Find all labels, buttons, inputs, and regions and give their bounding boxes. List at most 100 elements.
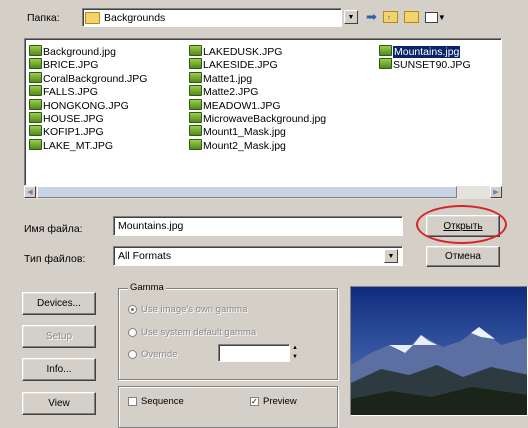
image-file-icon (29, 71, 42, 83)
options-group (118, 386, 338, 428)
info-button-label: Info... (46, 364, 72, 375)
file-name: Mountains.jpg (391, 45, 462, 59)
look-in-value: Backgrounds (104, 11, 166, 24)
gamma-group-title: Gamma (128, 282, 166, 293)
view-button[interactable]: View (22, 392, 96, 415)
preview-checkbox[interactable]: ✓ (250, 397, 259, 406)
file-list-item[interactable]: CoralBackground.JPG (29, 71, 147, 85)
file-name: FALLS.JPG (43, 86, 98, 99)
file-name-input[interactable]: Mountains.jpg (113, 216, 403, 236)
gamma-option-own[interactable]: Use image's own gamma (128, 304, 247, 315)
devices-button-label: Devices... (37, 298, 81, 309)
radio-system-gamma[interactable] (128, 328, 137, 337)
file-name: MicrowaveBackground.jpg (203, 112, 327, 125)
file-list-item[interactable]: LAKEDUSK.JPG (189, 45, 326, 58)
file-name: LAKE_MT.JPG (43, 139, 114, 152)
file-name: Matte2.JPG (203, 86, 259, 99)
gamma-option-system[interactable]: Use system default gamma (128, 327, 256, 338)
image-file-icon (29, 58, 42, 70)
image-file-icon (29, 98, 42, 110)
file-name: Mount2_Mask.jpg (203, 139, 286, 152)
devices-button[interactable]: Devices... (22, 292, 96, 315)
file-name: LAKESIDE.JPG (203, 59, 278, 72)
file-name: Background.jpg (43, 46, 116, 58)
file-name: Mount1_Mask.jpg (203, 126, 286, 139)
file-type-value: All Formats (118, 250, 172, 262)
file-list-item[interactable]: FALLS.JPG (29, 85, 147, 98)
image-file-icon (29, 125, 42, 137)
file-list-item[interactable]: BRICE.JPG (29, 58, 147, 71)
spinner-down-icon[interactable]: ▼ (292, 353, 301, 362)
cancel-button[interactable]: Отмена (426, 246, 500, 267)
look-in-dropdown-arrow[interactable]: ▼ (344, 10, 358, 24)
image-file-icon (189, 111, 202, 123)
radio-override-gamma[interactable] (128, 350, 137, 359)
file-name-value: Mountains.jpg (118, 220, 184, 232)
setup-button[interactable]: Setup (22, 325, 96, 348)
image-file-icon (189, 138, 202, 150)
file-list-item[interactable]: Matte2.JPG (189, 85, 326, 98)
file-name: HONGKONG.JPG (43, 99, 129, 112)
image-file-icon (189, 125, 202, 137)
scroll-right-arrow[interactable]: ▶ (490, 186, 502, 198)
file-list-item[interactable]: KOFIP1.JPG (29, 125, 147, 138)
mountain-preview-graphic (351, 287, 527, 415)
file-type-dropdown-arrow[interactable]: ▼ (384, 249, 398, 263)
preview-option[interactable]: ✓ Preview (250, 396, 297, 407)
scroll-left-arrow[interactable]: ◀ (24, 186, 36, 198)
view-menu-icon[interactable]: ▼ (424, 11, 446, 23)
file-list-item[interactable]: Matte1.jpg (189, 71, 326, 85)
file-list-item[interactable]: SUNSET90.JPG (379, 58, 471, 71)
horizontal-scrollbar[interactable]: ◀ ▶ (24, 186, 502, 199)
look-in-dropdown[interactable]: Backgrounds (82, 8, 342, 27)
override-gamma-input[interactable] (218, 344, 290, 362)
file-column-1: Background.jpg BRICE.JPG CoralBackground.J… (29, 45, 147, 152)
file-list-item[interactable]: HONGKONG.JPG (29, 98, 147, 112)
gamma-option-override[interactable]: Override (128, 349, 177, 360)
up-folder-icon[interactable]: ↑ (382, 11, 398, 23)
folder-icon (85, 11, 100, 24)
file-list-item[interactable]: MicrowaveBackground.jpg (189, 111, 327, 125)
file-list[interactable]: Background.jpg BRICE.JPG CoralBackground.J… (24, 38, 502, 186)
image-file-icon (379, 45, 392, 56)
sequence-checkbox[interactable] (128, 397, 137, 406)
file-name: HOUSE.JPG (43, 112, 104, 125)
file-name: Matte1.jpg (203, 72, 253, 85)
view-button-label: View (48, 398, 70, 409)
spinner-up-icon[interactable]: ▲ (292, 344, 301, 353)
back-icon[interactable]: ➡ (366, 9, 377, 25)
file-list-item[interactable]: Mountains.jpg (379, 45, 471, 59)
file-type-dropdown[interactable]: All Formats (113, 246, 403, 266)
file-name-label: Имя файла: (24, 223, 83, 235)
file-name: KOFIP1.JPG (43, 126, 104, 139)
gamma-option-override-label: Override (141, 349, 178, 360)
file-list-item[interactable]: Mount1_Mask.jpg (189, 125, 326, 138)
file-column-2: LAKEDUSK.JPG LAKESIDE.JPG Matte1.jpg Matte2… (189, 45, 326, 152)
file-name: MEADOW1.JPG (203, 99, 281, 112)
file-list-item[interactable]: MEADOW1.JPG (189, 98, 326, 112)
preview-label: Preview (263, 396, 297, 407)
file-name: LAKEDUSK.JPG (203, 46, 283, 58)
highlight-circle (416, 205, 507, 244)
look-in-label: Папка: (27, 12, 60, 24)
file-list-item[interactable]: LAKESIDE.JPG (189, 58, 326, 71)
file-list-item[interactable]: Background.jpg (29, 45, 147, 58)
gamma-option-system-label: Use system default gamma (141, 327, 257, 338)
file-list-item[interactable]: Mount2_Mask.jpg (189, 138, 326, 152)
file-list-item[interactable]: LAKE_MT.JPG (29, 138, 147, 152)
gamma-option-own-label: Use image's own gamma (141, 304, 248, 315)
image-file-icon (29, 45, 42, 56)
setup-button-label: Setup (45, 331, 73, 342)
info-button[interactable]: Info... (22, 358, 96, 381)
override-gamma-spinner[interactable]: ▲ ▼ (292, 344, 301, 362)
sequence-label: Sequence (141, 396, 184, 407)
new-folder-icon[interactable] (403, 11, 419, 23)
radio-own-gamma[interactable] (128, 305, 137, 314)
file-column-3: Mountains.jpg SUNSET90.JPG (379, 45, 471, 72)
file-list-item[interactable]: HOUSE.JPG (29, 111, 147, 125)
preview-image (350, 286, 528, 416)
scrollbar-thumb[interactable] (37, 186, 457, 198)
sequence-option[interactable]: Sequence (128, 396, 184, 407)
image-file-icon (29, 138, 42, 150)
file-name: BRICE.JPG (43, 59, 99, 72)
